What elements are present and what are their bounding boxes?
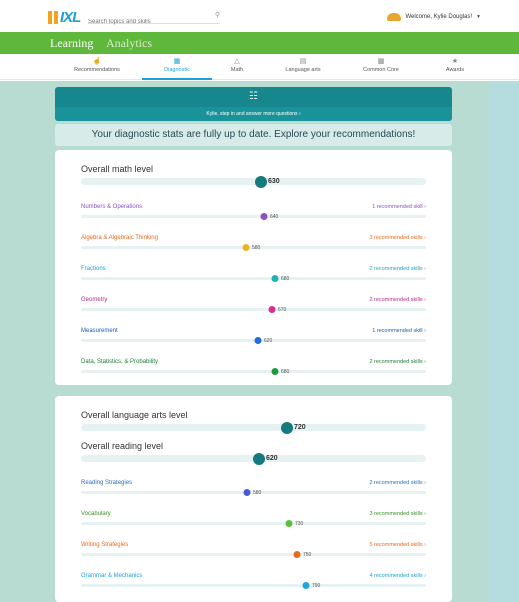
thumbs-up-icon: ☝ [92, 58, 102, 65]
top-bar: IXL ⚲ Welcome, Kylie Douglas! ▼ [0, 0, 519, 32]
skill-value: 620 [264, 338, 273, 344]
recommendation-link[interactable]: 5 recommended skills › [369, 542, 426, 548]
overall-math-value: 630 [268, 178, 280, 185]
recommendation-link[interactable]: 3 recommended skills › [369, 235, 426, 241]
skill-value: 580 [253, 490, 262, 496]
recommendation-link[interactable]: 2 recommended skills › [369, 266, 426, 272]
skill-value: 670 [278, 307, 287, 313]
skill-track: 580 [81, 244, 426, 251]
stats-status: Your diagnostic stats are fully up to da… [55, 124, 452, 146]
skill-label[interactable]: Algebra & Algebraic Thinking [81, 235, 158, 241]
chevron-down-icon: ▼ [476, 14, 481, 20]
overall-reading-value: 620 [266, 455, 278, 462]
skill-label[interactable]: Writing Strategies [81, 542, 128, 548]
level-marker [268, 306, 276, 313]
logo-mark [48, 10, 52, 24]
level-marker [293, 551, 301, 558]
overall-language-arts-track: 720 [81, 421, 426, 434]
nav-analytics[interactable]: Analytics [106, 36, 152, 51]
tab-language-arts[interactable]: ▤ Language arts [268, 54, 338, 80]
level-marker [254, 337, 262, 344]
level-marker [285, 520, 293, 527]
recommendation-link[interactable]: 2 recommended skills › [369, 480, 426, 486]
recommendation-link[interactable]: 4 recommended skills › [369, 573, 426, 579]
language-arts-card: Overall language arts level 720 Overall … [55, 396, 452, 602]
search-icon[interactable]: ⚲ [215, 11, 220, 19]
skill-label[interactable]: Measurement [81, 328, 118, 334]
skill-value: 790 [312, 583, 321, 589]
skill-track: 730 [81, 520, 426, 527]
recommendation-link[interactable]: 2 recommended skills › [369, 297, 426, 303]
recommendation-link[interactable]: 1 recommended skill › [372, 204, 426, 210]
book-icon: ▤ [299, 58, 307, 65]
level-marker [271, 275, 279, 282]
skill-value: 680 [281, 369, 290, 375]
skill-label[interactable]: Reading Strategies [81, 480, 132, 486]
common-core-icon: ▩ [377, 58, 385, 65]
tab-math[interactable]: △ Math [202, 54, 272, 80]
skill-track: 640 [81, 213, 426, 220]
skill-label[interactable]: Geometry [81, 297, 107, 303]
overall-language-arts-label: Overall language arts level [81, 410, 188, 420]
robot-icon: ☷ [249, 91, 258, 102]
level-marker [242, 244, 250, 251]
level-marker[interactable] [281, 421, 293, 434]
recommendation-link[interactable]: 3 recommended skills › [369, 511, 426, 517]
tab-common-core[interactable]: ▩ Common Core [346, 54, 416, 80]
skill-track: 750 [81, 551, 426, 558]
search-box[interactable]: ⚲ [88, 10, 220, 25]
right-band [489, 81, 519, 602]
overall-math-label: Overall math level [81, 164, 154, 174]
recommendation-link[interactable]: 1 recommended skill › [372, 328, 426, 334]
overall-language-arts-value: 720 [294, 424, 306, 431]
skill-track: 580 [81, 489, 426, 496]
level-marker[interactable] [253, 452, 265, 465]
skill-label[interactable]: Data, Statistics, & Probability [81, 359, 158, 365]
skill-value: 580 [252, 245, 261, 251]
skill-track: 680 [81, 368, 426, 375]
skill-value: 640 [270, 214, 279, 220]
overall-reading-track: 620 [81, 452, 426, 465]
level-marker [243, 489, 251, 496]
main-nav: Learning Analytics [0, 32, 519, 54]
skill-label[interactable]: Vocabulary [81, 511, 111, 517]
level-marker [260, 213, 268, 220]
avatar-icon [387, 13, 402, 21]
search-input[interactable] [88, 19, 208, 25]
skill-track: 790 [81, 582, 426, 589]
awards-icon: ★ [451, 58, 459, 65]
skill-track: 680 [81, 275, 426, 282]
user-menu[interactable]: Welcome, Kylie Douglas! ▼ [387, 13, 481, 21]
math-card: Overall math level 630 Numbers & Operati… [55, 150, 452, 385]
tab-awards[interactable]: ★ Awards [420, 54, 490, 80]
level-marker [302, 582, 310, 589]
sub-nav: ☝ Recommendations ▦ Diagnostic △ Math ▤ … [0, 54, 519, 80]
skill-value: 750 [303, 552, 312, 558]
skill-label[interactable]: Numbers & Operations [81, 204, 142, 210]
banner-link[interactable]: Kylie, step in and answer more questions… [55, 111, 452, 117]
skill-value: 680 [281, 276, 290, 282]
skill-label[interactable]: Grammar & Mechanics [81, 573, 142, 579]
logo-mark [54, 10, 58, 24]
level-marker[interactable] [255, 175, 267, 188]
diagnostic-banner[interactable]: ☷ Kylie, step in and answer more questio… [55, 87, 452, 121]
skill-value: 730 [295, 521, 304, 527]
overall-math-track: 630 [81, 175, 426, 188]
tab-recommendations[interactable]: ☝ Recommendations [62, 54, 132, 80]
skill-label[interactable]: Fractions [81, 266, 106, 272]
recommendation-link[interactable]: 2 recommended skills › [369, 359, 426, 365]
overall-reading-label: Overall reading level [81, 441, 164, 451]
math-icon: △ [234, 58, 240, 65]
nav-learning[interactable]: Learning [50, 36, 93, 51]
level-marker [271, 368, 279, 375]
skill-track: 670 [81, 306, 426, 313]
skill-track: 620 [81, 337, 426, 344]
ixl-logo[interactable]: IXL [48, 9, 81, 26]
welcome-text: Welcome, Kylie Douglas! [405, 14, 473, 20]
